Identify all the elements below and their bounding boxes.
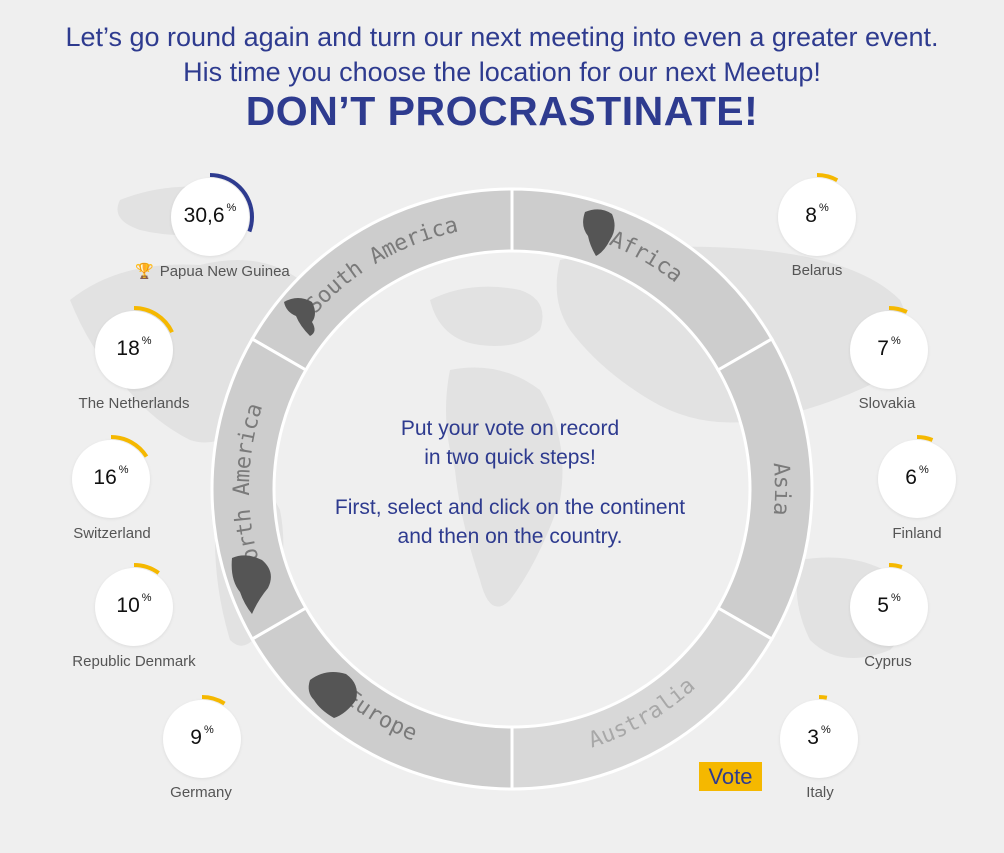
country-percent-value: 18% (95, 335, 173, 361)
country-name-label[interactable]: Switzerland (62, 525, 162, 542)
instructions-line-2: in two quick steps! (424, 446, 596, 469)
country-name-text: Slovakia (858, 395, 916, 412)
percent-number: 3 (807, 726, 819, 749)
percent-sign: % (141, 335, 152, 347)
percent-sign: % (918, 464, 929, 476)
continent-segment-africa[interactable] (510, 187, 774, 373)
country-name-text: Finland (892, 525, 942, 542)
vote-button[interactable]: Vote (699, 762, 762, 791)
country-percent-bubble[interactable]: 6% (873, 435, 961, 523)
instructions-line-4: and then on the country. (397, 525, 623, 548)
percent-number: 8 (805, 204, 817, 227)
percent-sign: % (118, 464, 129, 476)
percent-number: 18 (116, 337, 140, 360)
trophy-icon: 🏆 (135, 263, 154, 280)
country-percent-bubble[interactable]: 3% (775, 695, 863, 783)
country-name-text: Switzerland (73, 525, 151, 542)
percent-sign: % (890, 335, 901, 347)
country-name-text: The Netherlands (78, 395, 190, 412)
country-percent-bubble[interactable]: 5% (845, 563, 933, 651)
continent-segment-asia[interactable] (716, 336, 814, 642)
country-name-label[interactable]: 🏆 Papua New Guinea (135, 262, 290, 280)
continent-segment-europe[interactable] (250, 605, 514, 791)
instructions-intro: Put your vote on record in two quick ste… (300, 414, 720, 472)
country-name-label[interactable]: Cyprus (844, 653, 932, 670)
country-name-label[interactable]: Italy (776, 784, 864, 801)
percent-sign: % (203, 724, 214, 736)
country-percent-value: 6% (878, 464, 956, 490)
instructions-steps: First, select and click on the continent… (300, 493, 720, 551)
country-percent-value: 3% (780, 724, 858, 750)
percent-number: 30,6 (183, 204, 225, 227)
country-name-label[interactable]: Germany (145, 784, 257, 801)
country-percent-value: 16% (72, 464, 150, 490)
country-name-label[interactable]: Republic Denmark (62, 653, 206, 670)
percent-sign: % (818, 202, 829, 214)
voting-page: Let’s go round again and turn our next m… (0, 0, 1004, 853)
percent-number: 9 (190, 726, 202, 749)
country-name-text: Cyprus (864, 653, 912, 670)
percent-number: 7 (877, 337, 889, 360)
percent-number: 5 (877, 594, 889, 617)
country-name-label[interactable]: The Netherlands (72, 395, 196, 412)
percent-sign: % (226, 202, 237, 214)
instructions-line-3: First, select and click on the continent (334, 496, 686, 519)
country-percent-bubble[interactable]: 30,6% (166, 173, 254, 261)
continent-segment-south-america[interactable] (250, 187, 514, 373)
country-percent-value: 9% (163, 724, 241, 750)
country-percent-value: 8% (778, 202, 856, 228)
country-name-label[interactable]: Belarus (772, 262, 862, 279)
country-name-text: Belarus (791, 262, 843, 279)
country-percent-bubble[interactable]: 9% (158, 695, 246, 783)
country-percent-value: 30,6% (171, 202, 249, 228)
country-percent-bubble[interactable]: 7% (845, 306, 933, 394)
country-name-text: Republic Denmark (72, 653, 196, 670)
country-percent-value: 10% (95, 592, 173, 618)
percent-number: 6 (905, 466, 917, 489)
percent-sign: % (890, 592, 901, 604)
percent-sign: % (820, 724, 831, 736)
country-percent-bubble[interactable]: 8% (773, 173, 861, 261)
country-name-text: Papua New Guinea (159, 263, 290, 280)
country-percent-bubble[interactable]: 10% (90, 563, 178, 651)
country-name-text: Germany (170, 784, 232, 801)
percent-number: 10 (116, 594, 140, 617)
country-name-label[interactable]: Slovakia (843, 395, 931, 412)
country-percent-value: 5% (850, 592, 928, 618)
country-name-text: Italy (806, 784, 834, 801)
country-name-label[interactable]: Finland (876, 525, 958, 542)
percent-number: 16 (93, 466, 117, 489)
country-percent-value: 7% (850, 335, 928, 361)
country-percent-bubble[interactable]: 16% (67, 435, 155, 523)
country-percent-bubble[interactable]: 18% (90, 306, 178, 394)
percent-sign: % (141, 592, 152, 604)
instructions-line-1: Put your vote on record (400, 417, 620, 440)
